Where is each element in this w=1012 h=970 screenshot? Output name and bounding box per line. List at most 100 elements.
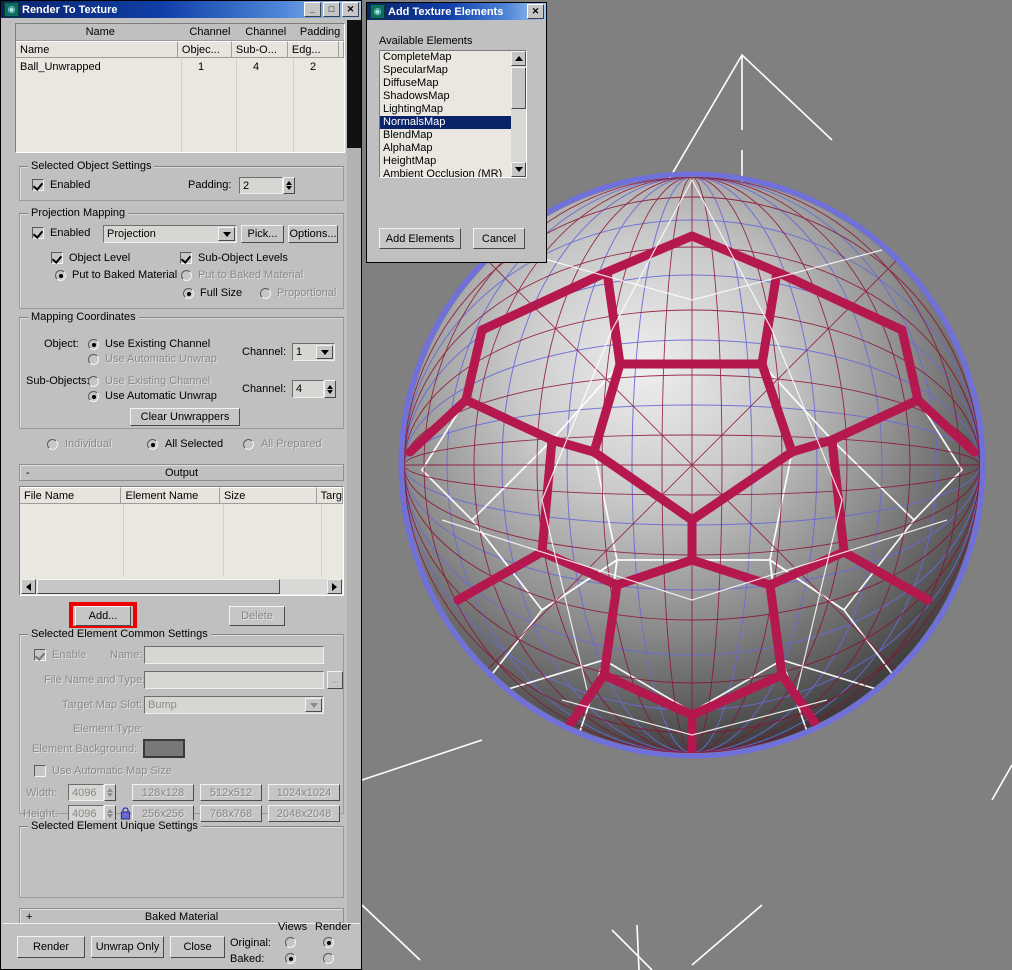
individual-radio[interactable] — [47, 439, 58, 450]
output-list[interactable]: File Name Element Name Size Targ — [19, 486, 344, 596]
output-rollout-header[interactable]: - Output — [19, 464, 344, 481]
elements-vscroll-thumb[interactable] — [511, 67, 526, 109]
object-use-existing-channel-radio[interactable] — [88, 339, 99, 350]
list-item[interactable]: AlphaMap — [380, 142, 512, 155]
projection-modifier-combo[interactable]: Projection — [103, 225, 237, 243]
proportional-radio[interactable] — [260, 288, 271, 299]
baked-views-radio[interactable] — [285, 953, 296, 964]
output-column-file-name[interactable]: File Name — [20, 487, 122, 504]
put-to-baked-material-object-radio[interactable] — [55, 270, 66, 281]
rtt-footer: Render Unwrap Only Close Views Render Or… — [2, 921, 360, 969]
unwrap-only-button[interactable]: Unwrap Only — [91, 936, 164, 958]
scroll-up-button[interactable] — [511, 51, 526, 66]
elements-vscrollbar[interactable] — [511, 51, 526, 177]
minimize-button[interactable]: _ — [304, 2, 321, 17]
padding-input[interactable]: 2 — [239, 177, 283, 194]
baked-render-radio[interactable] — [323, 953, 334, 964]
original-views-radio[interactable] — [285, 937, 296, 948]
output-column-size[interactable]: Size — [220, 487, 317, 504]
output-rollout-toggle[interactable]: - — [26, 467, 30, 479]
all-prepared-radio[interactable] — [243, 439, 254, 450]
list-item[interactable]: HeightMap — [380, 155, 512, 168]
original-render-radio[interactable] — [323, 937, 334, 948]
output-list-header[interactable]: File Name Element Name Size Targ — [20, 487, 343, 504]
object-list[interactable]: Name Channel Channel Padding Name Objec.… — [15, 23, 346, 153]
close-icon[interactable]: ✕ — [527, 4, 544, 19]
all-selected-radio[interactable] — [147, 439, 158, 450]
close-icon[interactable]: ✕ — [342, 2, 359, 17]
element-name-input[interactable] — [144, 646, 324, 664]
width-spinner[interactable] — [104, 784, 116, 801]
subobject-use-existing-channel-radio[interactable] — [88, 376, 99, 387]
cancel-button[interactable]: Cancel — [473, 228, 525, 249]
object-channel-label: Channel: — [242, 346, 287, 358]
available-elements-list[interactable]: CompleteMap SpecularMap DiffuseMap ShadowsM… — [380, 51, 512, 177]
subobject-channel-spinner[interactable] — [324, 380, 336, 398]
column-header-object-channel[interactable]: Objec... — [177, 41, 232, 58]
preset-512-button[interactable]: 512x512 — [200, 784, 262, 801]
output-hscroll-thumb[interactable] — [37, 579, 280, 594]
close-button[interactable]: Close — [170, 936, 225, 958]
list-item[interactable]: ShadowsMap — [380, 90, 512, 103]
column-header-name[interactable]: Name — [16, 41, 178, 58]
rtt-titlebar[interactable]: ◉ Render To Texture _ □ ✕ — [1, 1, 361, 18]
chevron-down-icon[interactable] — [305, 698, 322, 712]
file-name-and-type-input[interactable] — [144, 671, 324, 689]
output-column-target[interactable]: Targ — [316, 487, 343, 504]
list-item[interactable]: LightingMap — [380, 103, 512, 116]
table-row[interactable]: Ball_Unwrapped 1 4 2 — [16, 58, 344, 76]
list-item[interactable]: BlendMap — [380, 129, 512, 142]
column-header-edge-padding[interactable]: Edg... — [287, 41, 339, 58]
put-to-baked-material-subobject-radio[interactable] — [181, 270, 192, 281]
list-item[interactable]: Ambient Occlusion (MR) — [380, 168, 512, 177]
selected-object-enabled-checkbox[interactable] — [32, 179, 44, 191]
preset-768-button[interactable]: 768x768 — [200, 805, 262, 822]
panel-scrollbar-track[interactable] — [347, 20, 361, 925]
delete-button[interactable]: Delete — [229, 606, 285, 626]
object-channel-combo[interactable]: 1 — [292, 343, 335, 361]
ate-titlebar[interactable]: ◉ Add Texture Elements ✕ — [367, 3, 546, 20]
sub-object-levels-checkbox[interactable] — [180, 252, 192, 264]
width-input[interactable]: 4096 — [68, 784, 104, 801]
all-prepared-label: All Prepared — [261, 438, 322, 450]
pick-button[interactable]: Pick... — [241, 225, 284, 243]
options-button[interactable]: Options... — [288, 225, 338, 243]
full-size-radio[interactable] — [183, 288, 194, 299]
list-item[interactable]: DiffuseMap — [380, 77, 512, 90]
clear-unwrappers-button[interactable]: Clear Unwrappers — [130, 408, 240, 426]
object-use-automatic-unwrap-radio[interactable] — [88, 354, 99, 365]
list-item[interactable]: SpecularMap — [380, 64, 512, 77]
add-elements-button[interactable]: Add Elements — [379, 228, 461, 249]
output-hscrollbar[interactable] — [21, 579, 342, 594]
baked-material-rollout-title: Baked Material — [144, 910, 219, 923]
browse-file-button[interactable]: ... — [327, 671, 343, 689]
projection-enabled-checkbox[interactable] — [32, 227, 44, 239]
subobject-use-automatic-unwrap-radio[interactable] — [88, 391, 99, 402]
chevron-down-icon[interactable] — [218, 227, 235, 241]
element-enable-checkbox[interactable] — [34, 649, 46, 661]
column-header-subobject-channel[interactable]: Sub-O... — [231, 41, 288, 58]
scroll-left-button[interactable] — [21, 579, 36, 594]
baked-material-rollout-toggle[interactable]: + — [26, 911, 32, 923]
object-level-checkbox[interactable] — [51, 252, 63, 264]
panel-scrollbar-thumb[interactable] — [347, 20, 361, 148]
preset-2048-button[interactable]: 2048x2048 — [268, 805, 340, 822]
output-column-element-name[interactable]: Element Name — [121, 487, 221, 504]
list-item[interactable]: NormalsMap — [380, 116, 512, 129]
target-map-slot-combo[interactable]: Bump — [144, 696, 324, 714]
list-item[interactable]: CompleteMap — [380, 51, 512, 64]
padding-spinner[interactable] — [283, 177, 295, 194]
scroll-down-button[interactable] — [511, 162, 526, 177]
preset-1024-button[interactable]: 1024x1024 — [268, 784, 340, 801]
preset-128-button[interactable]: 128x128 — [132, 784, 194, 801]
scroll-right-button[interactable] — [327, 579, 342, 594]
render-button[interactable]: Render — [17, 936, 85, 958]
chevron-down-icon[interactable] — [316, 345, 333, 359]
subobject-channel-input[interactable]: 4 — [292, 380, 324, 398]
use-automatic-map-size-checkbox[interactable] — [34, 765, 46, 777]
object-list-column-header[interactable]: Name Objec... Sub-O... Edg... — [16, 41, 344, 58]
maximize-button[interactable]: □ — [323, 2, 340, 17]
available-elements-listbox[interactable]: CompleteMap SpecularMap DiffuseMap ShadowsM… — [379, 50, 527, 178]
put-to-baked-material-object-label: Put to Baked Material — [72, 269, 178, 281]
element-background-color-swatch[interactable] — [143, 739, 185, 758]
